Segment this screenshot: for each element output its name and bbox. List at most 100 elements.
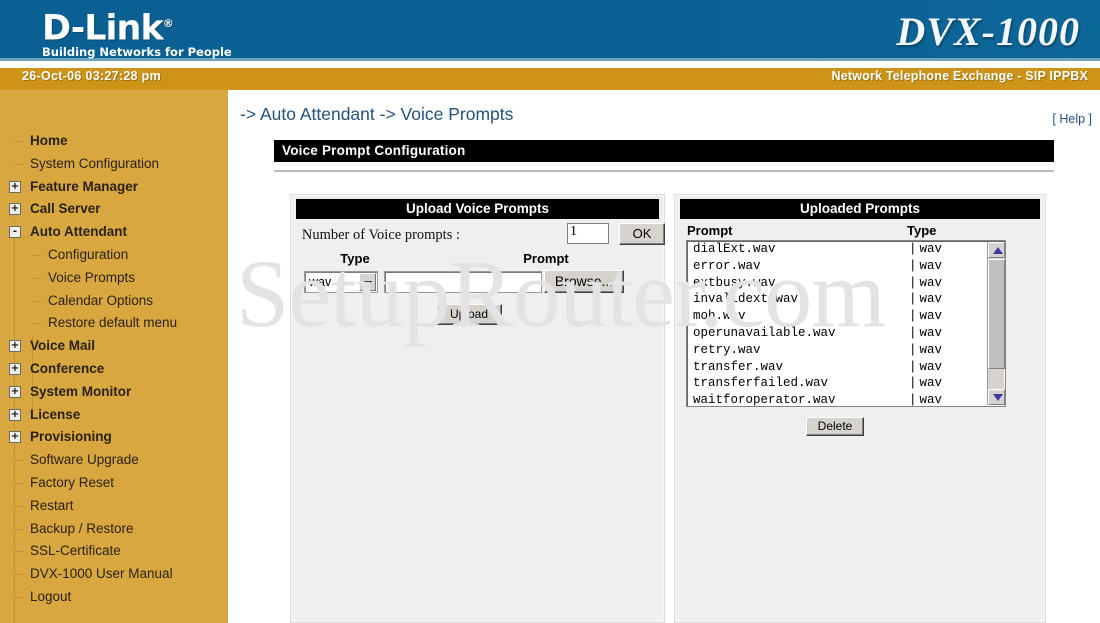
sidebar-item-logout[interactable]: Logout — [0, 586, 228, 609]
ok-button[interactable]: OK — [619, 223, 665, 245]
prompt-type: wav — [909, 291, 943, 308]
sidebar-item-label: License — [30, 406, 81, 422]
sidebar-item-voice-prompts[interactable]: Voice Prompts — [0, 267, 228, 290]
sidebar-nav: Home System Configuration + Feature Manager… — [0, 90, 228, 623]
prompt-type: wav — [909, 241, 943, 258]
expand-icon[interactable]: + — [9, 431, 21, 444]
prompt-type: wav — [909, 258, 943, 275]
sidebar-item-call-server[interactable]: + Call Server — [0, 198, 228, 221]
list-item[interactable]: moh.wav wav — [687, 308, 1005, 325]
list-item[interactable]: transferfailed.wav wav — [687, 375, 1005, 392]
scroll-up-arrow-icon[interactable] — [988, 242, 1005, 258]
sidebar-item-restart[interactable]: Restart — [0, 495, 228, 518]
type-select-value: wav — [309, 275, 332, 289]
prompt-name: dialExt.wav — [693, 242, 776, 256]
sidebar-item-voice-mail[interactable]: + Voice Mail — [0, 335, 228, 358]
tree-branch-icon — [14, 460, 24, 462]
expand-icon[interactable]: + — [9, 362, 21, 375]
prompt-type: wav — [909, 359, 943, 376]
tree-branch-icon — [14, 482, 24, 484]
type-column-header: Type — [340, 251, 370, 266]
list-item[interactable]: extbusy.wav wav — [687, 275, 1005, 292]
uploaded-prompts-listbox[interactable]: dialExt.wav wav error.wav wav extbusy.wav wav… — [686, 240, 1006, 407]
sidebar-item-home[interactable]: Home — [0, 130, 228, 153]
sidebar-item-label: Auto Attendant — [30, 224, 127, 240]
prompt-name: transfer.wav — [693, 359, 784, 374]
type-select[interactable]: wav — [304, 271, 378, 293]
expand-icon[interactable]: + — [9, 180, 21, 193]
prompt-name: retry.wav — [693, 342, 761, 357]
prompt-type: wav — [909, 308, 943, 325]
sidebar-item-ssl-certificate[interactable]: SSL-Certificate — [0, 540, 228, 563]
listbox-scrollbar[interactable] — [987, 242, 1005, 405]
expand-icon[interactable]: + — [9, 340, 21, 353]
number-of-prompts-row: Number of Voice prompts : 1 OK — [291, 223, 665, 247]
expand-icon[interactable]: + — [9, 385, 21, 398]
sidebar-item-license[interactable]: + License — [0, 404, 228, 427]
list-type-column-header: Type — [907, 223, 937, 238]
sidebar-item-provisioning[interactable]: + Provisioning — [0, 426, 228, 449]
list-item[interactable]: retry.wav wav — [687, 342, 1005, 359]
sidebar-item-list: Home System Configuration + Feature Manager… — [0, 130, 228, 609]
sidebar-item-calendar-options[interactable]: Calendar Options — [0, 290, 228, 313]
sidebar-item-label: Voice Mail — [30, 338, 96, 354]
list-item[interactable]: operunavailable.wav wav — [687, 325, 1005, 342]
sidebar-item-label: SSL-Certificate — [30, 543, 121, 559]
list-item[interactable]: invalidext.wav wav — [687, 291, 1005, 308]
sidebar-item-factory-reset[interactable]: Factory Reset — [0, 472, 228, 495]
scrollbar-thumb[interactable] — [988, 259, 1005, 369]
sidebar-item-system-monitor[interactable]: + System Monitor — [0, 381, 228, 404]
list-item[interactable]: error.wav wav — [687, 258, 1005, 275]
sidebar-item-dvx-1000-user-manual[interactable]: DVX-1000 User Manual — [0, 563, 228, 586]
uploaded-panel-heading: Uploaded Prompts — [680, 199, 1040, 219]
upload-panel-heading: Upload Voice Prompts — [296, 199, 659, 219]
list-item[interactable]: waitforoperator.wav wav — [687, 392, 1005, 406]
sidebar-item-label: Restore default menu — [48, 315, 178, 331]
browse-button[interactable]: Browse... — [544, 270, 624, 293]
prompt-type: wav — [909, 325, 943, 342]
tree-branch-icon — [14, 141, 24, 142]
sidebar-item-label: System Monitor — [30, 383, 132, 399]
tree-branch-icon — [32, 300, 42, 302]
prompt-type: wav — [909, 375, 943, 392]
sidebar-item-label: Restart — [30, 497, 74, 513]
sidebar-item-label: Calendar Options — [48, 292, 154, 308]
help-link[interactable]: [ Help ] — [1052, 112, 1092, 126]
uploaded-prompts-rows: dialExt.wav wav error.wav wav extbusy.wav wav… — [687, 241, 1005, 406]
sidebar-item-label: Call Server — [30, 201, 101, 217]
dlink-logo: D-Link® Building Networks for People — [42, 5, 232, 59]
scroll-down-arrow-icon[interactable] — [988, 389, 1005, 405]
delete-button[interactable]: Delete — [806, 417, 864, 436]
product-tagline: Network Telephone Exchange - SIP IPPBX — [831, 69, 1088, 83]
tree-branch-icon — [32, 323, 42, 325]
page-title-rule — [274, 170, 1054, 172]
sidebar-item-auto-attendant[interactable]: - Auto Attendant — [0, 221, 228, 244]
sidebar-item-configuration[interactable]: Configuration — [0, 244, 228, 267]
number-of-prompts-input[interactable]: 1 — [567, 223, 609, 244]
prompt-column-header: Prompt — [523, 251, 569, 266]
prompt-name: invalidext.wav — [693, 292, 799, 307]
expand-icon[interactable]: + — [9, 203, 21, 216]
list-item[interactable]: transfer.wav wav — [687, 359, 1005, 376]
sidebar-item-software-upgrade[interactable]: Software Upgrade — [0, 449, 228, 472]
list-item[interactable]: dialExt.wav wav — [687, 241, 1005, 258]
sidebar-item-feature-manager[interactable]: + Feature Manager — [0, 176, 228, 199]
sidebar-item-system-configuration[interactable]: System Configuration — [0, 153, 228, 176]
chevron-down-icon[interactable] — [359, 273, 376, 291]
upload-voice-prompts-panel: Upload Voice Prompts Number of Voice pro… — [290, 194, 665, 623]
logo-tagline: Building Networks for People — [42, 44, 232, 59]
logo-wordmark: D-Link® — [42, 5, 232, 48]
upload-button[interactable]: Upload — [436, 304, 502, 325]
sidebar-item-label: Backup / Restore — [30, 520, 134, 536]
tree-branch-icon — [14, 505, 24, 507]
prompt-name: extbusy.wav — [693, 275, 776, 290]
collapse-icon[interactable]: - — [9, 226, 21, 239]
logo-wordmark-text: D-Link — [42, 8, 164, 49]
prompt-file-input[interactable] — [384, 271, 542, 293]
sidebar-item-backup-restore[interactable]: Backup / Restore — [0, 518, 228, 541]
list-prompt-column-header: Prompt — [687, 223, 733, 238]
sidebar-item-label: Factory Reset — [30, 474, 115, 490]
sidebar-item-restore-default-menu[interactable]: Restore default menu — [0, 312, 228, 335]
sidebar-item-conference[interactable]: + Conference — [0, 358, 228, 381]
expand-icon[interactable]: + — [9, 408, 21, 421]
